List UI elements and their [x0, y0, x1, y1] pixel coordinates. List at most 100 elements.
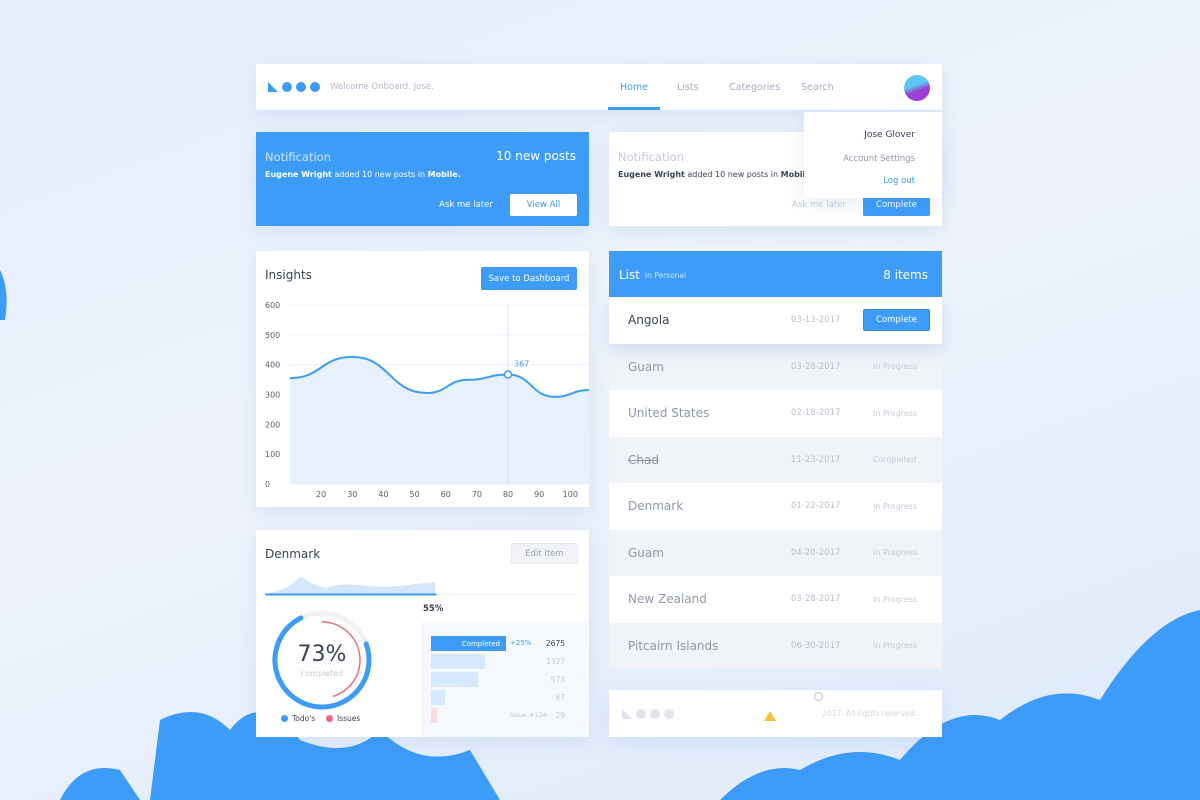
complete-button[interactable]: Complete: [863, 309, 930, 331]
item-date: 02-18-2017: [791, 408, 841, 419]
progress-percent: 55%: [423, 604, 444, 614]
author: Eugene Wright: [618, 170, 685, 179]
x-tick-label: 20: [316, 490, 326, 499]
avatar[interactable]: [904, 75, 930, 101]
x-tick-label: 40: [378, 490, 388, 499]
bar-delta: +25%: [510, 639, 532, 647]
progress-sparkline: [265, 576, 577, 596]
edit-item-button[interactable]: Edit Item: [511, 543, 578, 564]
bar[interactable]: [431, 672, 479, 687]
item-name: United States: [628, 406, 710, 421]
x-tick-label: 70: [472, 490, 482, 499]
nav-search[interactable]: Search: [801, 82, 834, 93]
message-text: added 10 new posts in: [331, 170, 428, 179]
item-status: In Progress: [873, 362, 918, 372]
item-date: 11-23-2017: [791, 454, 841, 465]
notification-message: Eugene Wright added 10 new posts in Mobi…: [618, 170, 814, 179]
item-name: Pitcairn Islands: [628, 638, 719, 653]
legend-todos: Todo's: [281, 714, 315, 723]
y-tick-label: 500: [265, 331, 280, 340]
author: Eugene Wright: [265, 170, 332, 179]
todos-dot-icon: [281, 715, 288, 722]
y-tick-label: 200: [265, 420, 280, 429]
user-name: Jose Glover: [864, 130, 915, 140]
x-tick-label: 60: [441, 490, 451, 499]
item-date: 06-30-2017: [791, 640, 841, 651]
item-name: Guam: [628, 545, 664, 560]
legend-label: Todo's: [292, 714, 316, 723]
y-tick-label: 600: [265, 301, 280, 310]
logo[interactable]: [268, 82, 320, 92]
x-tick-label: 30: [347, 490, 357, 499]
item-name: New Zealand: [628, 592, 707, 607]
list-count: 8 items: [883, 268, 928, 282]
item-name: Denmark: [628, 499, 684, 514]
view-all-button[interactable]: View All: [510, 194, 577, 216]
item-date: 03-28-2017: [791, 361, 841, 372]
area-fill: [290, 356, 589, 484]
list-item[interactable]: United States 02-18-2017 In Progress: [609, 390, 942, 437]
list-item[interactable]: Pitcairn Islands 06-30-2017 In Progress: [609, 622, 942, 669]
highlight-point: [503, 370, 513, 379]
y-tick-label: 400: [265, 361, 280, 370]
bar[interactable]: [431, 690, 445, 705]
top-navbar: Welcome Onboard, Jose. Home Lists Catego…: [256, 64, 942, 110]
insights-card: Insights Save to Dashboard 0 100 200 300 400…: [256, 251, 589, 507]
legend-label: Issues: [337, 714, 361, 723]
account-settings-link[interactable]: Account Settings: [843, 154, 915, 164]
user-dropdown: Jose Glover Account Settings Log out: [804, 112, 942, 198]
bar-value: 2675: [545, 639, 565, 648]
item-date: 03-13-2017: [791, 315, 841, 326]
bar-value: 67: [555, 693, 565, 702]
bar-value: 29: [555, 711, 565, 720]
nav-categories[interactable]: Categories: [729, 82, 780, 93]
insights-chart: 0 100 200 300 400 500 600 20 30 40 50 60 70 80 90 100 36…: [265, 301, 589, 499]
bar-panel: Completed +25% 2675 1327 573 67 Issue #134 29: [421, 622, 589, 737]
y-tick-label: 100: [265, 450, 280, 459]
list-item[interactable]: Chad 11-23-2017 Completed: [609, 436, 942, 483]
list-item[interactable]: Guam 03-28-2017 In Progress: [609, 343, 942, 390]
bar[interactable]: [431, 654, 485, 669]
denmark-title: Denmark: [265, 547, 321, 561]
item-date: 01-22-2017: [791, 501, 841, 512]
list-item[interactable]: Denmark 01-22-2017 In Progress: [609, 483, 942, 530]
item-date: 03-28-2017: [791, 594, 841, 605]
list-title: List: [619, 268, 640, 282]
denmark-card: Denmark Edit Item 55% 73% completed Todo…: [256, 530, 589, 737]
welcome-text: Welcome Onboard, Jose.: [330, 82, 434, 92]
highlight-label: 367: [514, 360, 529, 369]
issues-dot-icon: [326, 715, 333, 722]
logout-link[interactable]: Log out: [883, 176, 915, 186]
bar-value: 1327: [545, 657, 565, 666]
list-item[interactable]: New Zealand 03-28-2017 In Progress: [609, 576, 942, 623]
item-status: In Progress: [873, 501, 918, 511]
ask-later-button[interactable]: Ask me later: [436, 194, 496, 216]
x-tick-label: 50: [409, 490, 419, 499]
bar[interactable]: [431, 708, 437, 723]
item-status: In Progress: [873, 408, 918, 418]
list-item[interactable]: Guam 04-20-2017 In Progress: [609, 529, 942, 576]
nav-active-indicator: [608, 107, 660, 110]
y-tick-label: 0: [265, 480, 270, 489]
bar-label: Issue #134: [510, 711, 547, 719]
message-text: added 10 new posts in: [684, 170, 781, 179]
y-tick-label: 300: [265, 391, 280, 400]
notification-message: Eugene Wright added 10 new posts in Mobi…: [265, 170, 461, 179]
list-item[interactable]: Angola 03-13-2017 Complete: [609, 297, 942, 344]
nav-lists[interactable]: Lists: [677, 82, 699, 93]
target: Mobile.: [427, 170, 461, 179]
bar[interactable]: Completed: [431, 636, 506, 651]
nav-home[interactable]: Home: [620, 82, 648, 93]
ring-label: completed: [300, 669, 344, 678]
notification-title: Notification: [265, 150, 331, 164]
list-subtitle: in Personal: [645, 271, 687, 280]
copyright: 2017. All rights reserved.: [822, 709, 917, 718]
background-splash: [0, 270, 1200, 800]
item-name: Guam: [628, 359, 664, 374]
x-tick-label: 90: [534, 490, 544, 499]
list-header: List in Personal 8 items: [609, 251, 942, 297]
triangle-decoration: [764, 711, 776, 721]
item-status: In Progress: [873, 548, 918, 558]
notification-count: 10 new posts: [496, 149, 576, 163]
item-name: Angola: [628, 313, 670, 328]
